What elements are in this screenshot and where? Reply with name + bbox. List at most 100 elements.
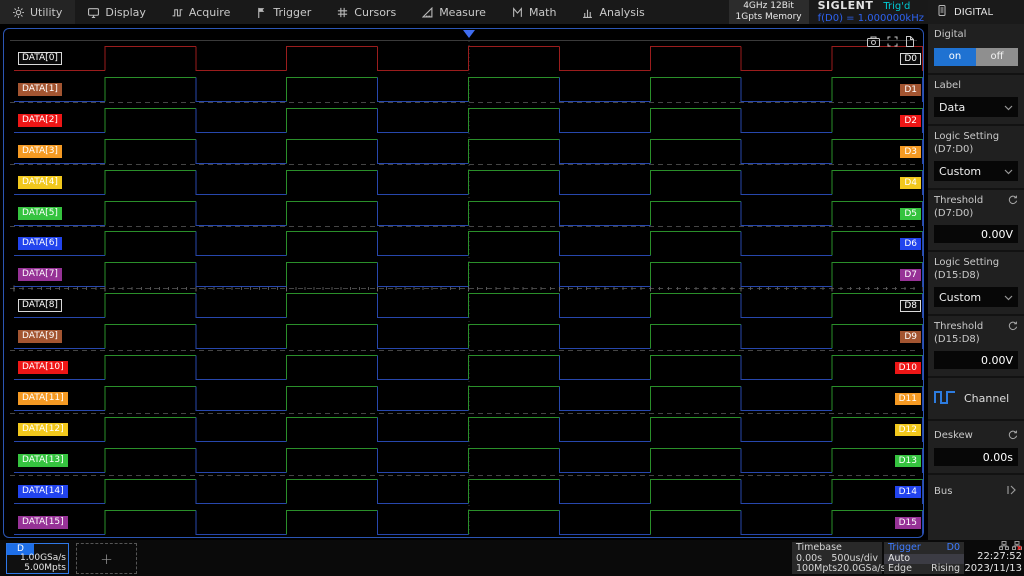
- channel-badge[interactable]: D6: [900, 238, 921, 250]
- threshold2-input[interactable]: 0.00V: [934, 351, 1018, 369]
- menu: Utility DisplayAcquireTrigger Cursors Measu…: [0, 0, 658, 24]
- trigger-slope: Rising: [931, 564, 960, 575]
- channel-label[interactable]: DATA[1]: [18, 83, 62, 96]
- bus-button[interactable]: Bus: [928, 475, 1024, 524]
- page-icon[interactable]: [905, 32, 915, 51]
- channel-badge[interactable]: D3: [900, 146, 921, 158]
- deskew-input[interactable]: 0.00s: [934, 448, 1018, 466]
- brand-cluster: SIGLENT Trig'd f(D0) = 1.000000kHz: [818, 0, 924, 23]
- threshold1-input[interactable]: 0.00V: [934, 225, 1018, 243]
- oscilloscope-screen: Utility DisplayAcquireTrigger Cursors Measu…: [0, 0, 1024, 576]
- digital-on-button[interactable]: on: [934, 48, 976, 66]
- channel-badge[interactable]: D9: [900, 331, 921, 343]
- channel-badge[interactable]: D10: [895, 362, 921, 374]
- timebase-panel[interactable]: Timebase 0.00s 500us/div 100Mpts 20.0GSa…: [792, 542, 882, 574]
- timebase-sample-rate: 20.0GSa/s: [837, 564, 886, 575]
- channel-label[interactable]: DATA[8]: [18, 299, 62, 312]
- digital-channel-descriptor[interactable]: D 1.00GSa/s 5.00Mpts: [6, 543, 69, 574]
- menu-item-acquire[interactable]: Acquire: [159, 0, 243, 24]
- channel-badge[interactable]: D2: [900, 115, 921, 127]
- digital-trace: [105, 418, 923, 442]
- threshold2-label: Threshold: [934, 321, 983, 334]
- channel-label[interactable]: DATA[14]: [18, 485, 68, 498]
- channel-label[interactable]: DATA[0]: [18, 52, 62, 65]
- channel-label[interactable]: DATA[9]: [18, 330, 62, 343]
- threshold1-label: Threshold: [934, 195, 983, 208]
- refresh-icon[interactable]: [1008, 430, 1018, 443]
- menu-item-display[interactable]: Display: [75, 0, 159, 24]
- label-select[interactable]: Data: [934, 97, 1018, 117]
- channel-badge[interactable]: D13: [895, 455, 921, 467]
- logic-setting2-select[interactable]: Custom: [934, 287, 1018, 307]
- threshold2-sub: (D15:D8): [934, 334, 983, 347]
- add-channel-button[interactable]: +: [76, 543, 137, 574]
- channel-badge[interactable]: D7: [900, 269, 921, 281]
- digital-trace: [105, 356, 923, 380]
- channel-label[interactable]: DATA[6]: [18, 237, 62, 250]
- refresh-icon[interactable]: [1008, 195, 1018, 208]
- channel-badge[interactable]: D11: [895, 393, 921, 405]
- deskew-group: Deskew 0.00s: [928, 421, 1024, 475]
- menu-item-label: Cursors: [354, 6, 396, 19]
- channel-label[interactable]: DATA[5]: [18, 207, 62, 220]
- logic-setting2-value: Custom: [939, 291, 981, 304]
- channel-badge[interactable]: D0: [900, 53, 921, 65]
- digital-trace: [105, 325, 923, 349]
- network-icon: [999, 541, 1009, 550]
- menu-item-analysis[interactable]: Analysis: [569, 0, 657, 24]
- refresh-icon[interactable]: [1008, 321, 1018, 334]
- camera-icon[interactable]: [867, 32, 880, 51]
- channel-badge[interactable]: D1: [900, 84, 921, 96]
- chevron-down-icon: [1004, 291, 1013, 304]
- channel-label[interactable]: DATA[2]: [18, 114, 62, 127]
- menu-item-label: Analysis: [599, 6, 644, 19]
- threshold1-sub: (D7:D0): [934, 208, 983, 221]
- brand-logo: SIGLENT: [818, 0, 874, 12]
- channel-button-label: Channel: [964, 392, 1009, 405]
- channel-label[interactable]: DATA[10]: [18, 361, 68, 374]
- menu-item-label: Utility: [30, 6, 62, 19]
- channel-label[interactable]: DATA[4]: [18, 176, 62, 189]
- channel-badge[interactable]: D4: [900, 177, 921, 189]
- chevron-down-icon: [1004, 165, 1013, 178]
- bottom-status-bar: D 1.00GSa/s 5.00Mpts + Timebase 0.00s 50…: [0, 540, 1024, 576]
- logic-setting1-select[interactable]: Custom: [934, 161, 1018, 181]
- digital-trace: [105, 202, 923, 226]
- channel-label[interactable]: DATA[11]: [18, 392, 68, 405]
- channel-badge[interactable]: D8: [900, 300, 921, 312]
- digital-toggle-group: Digital on off: [928, 24, 1024, 75]
- fullscreen-icon[interactable]: [887, 32, 898, 51]
- plot-toolbar: [867, 32, 915, 51]
- channel-badge[interactable]: D14: [895, 486, 921, 498]
- menu-item-measure[interactable]: Measure: [409, 0, 499, 24]
- channel-label[interactable]: DATA[3]: [18, 145, 62, 158]
- channel-badge[interactable]: D12: [895, 424, 921, 436]
- channel-button[interactable]: Channel: [928, 378, 1024, 421]
- logic-setting1-group: Logic Setting (D7:D0) Custom: [928, 126, 1024, 190]
- menu-item-utility[interactable]: Utility: [0, 0, 75, 24]
- channel-label[interactable]: DATA[15]: [18, 516, 68, 529]
- digital-off-button[interactable]: off: [976, 48, 1018, 66]
- bus-arrow-icon: [1007, 485, 1018, 498]
- digital-trace: [105, 232, 923, 256]
- trigger-panel[interactable]: Trigger D0 Auto Edge Rising: [884, 542, 964, 574]
- clock: 22:27:52 2023/11/13: [964, 541, 1022, 574]
- label-label: Label: [934, 80, 1018, 93]
- trigger-status-badge: Trig'd: [883, 1, 910, 12]
- chevron-down-icon: [1004, 101, 1013, 114]
- plus-icon: +: [100, 550, 113, 568]
- trigger-position-marker[interactable]: [463, 30, 475, 38]
- flag-icon: [256, 7, 267, 18]
- channel-label[interactable]: DATA[13]: [18, 454, 68, 467]
- digital-trace: [105, 47, 923, 71]
- logic-setting2-group: Logic Setting (D15:D8) Custom: [928, 252, 1024, 316]
- menu-item-math[interactable]: Math: [499, 0, 570, 24]
- channel-badge[interactable]: D15: [895, 517, 921, 529]
- channel-label[interactable]: DATA[7]: [18, 268, 62, 281]
- channel-label[interactable]: DATA[12]: [18, 423, 68, 436]
- channel-badge[interactable]: D5: [900, 208, 921, 220]
- trigger-source: D0: [947, 543, 960, 554]
- clock-time: 22:27:52: [964, 551, 1022, 563]
- menu-item-cursors[interactable]: Cursors: [324, 0, 409, 24]
- menu-item-trigger[interactable]: Trigger: [243, 0, 324, 24]
